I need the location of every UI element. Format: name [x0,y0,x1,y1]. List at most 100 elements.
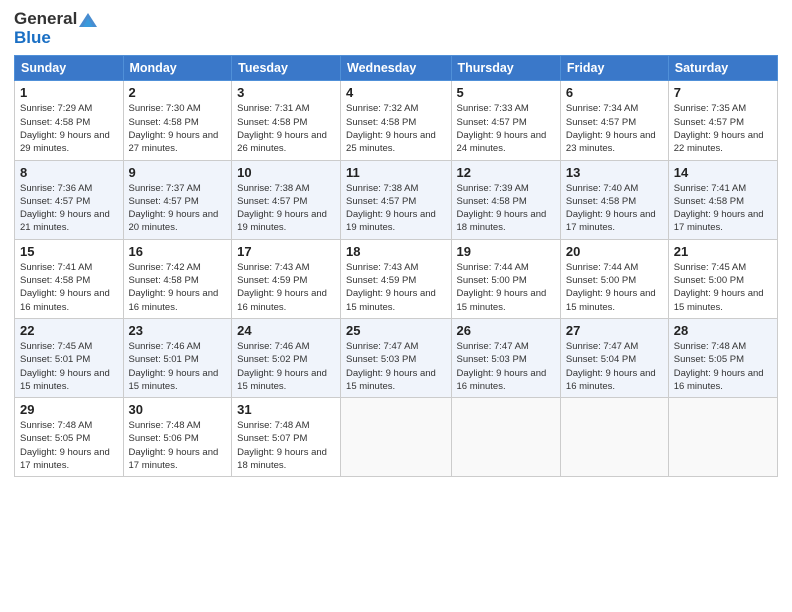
day-number: 22 [20,323,118,338]
day-info: Sunrise: 7:43 AMSunset: 4:59 PMDaylight:… [346,262,436,313]
day-number: 14 [674,165,772,180]
calendar-week-row: 22 Sunrise: 7:45 AMSunset: 5:01 PMDaylig… [15,318,778,397]
day-number: 11 [346,165,445,180]
calendar-cell: 15 Sunrise: 7:41 AMSunset: 4:58 PMDaylig… [15,239,124,318]
calendar-cell: 19 Sunrise: 7:44 AMSunset: 5:00 PMDaylig… [451,239,560,318]
calendar-cell: 30 Sunrise: 7:48 AMSunset: 5:06 PMDaylig… [123,398,232,477]
calendar-cell [668,398,777,477]
day-number: 6 [566,85,663,100]
day-number: 25 [346,323,445,338]
calendar-cell [560,398,668,477]
day-info: Sunrise: 7:48 AMSunset: 5:05 PMDaylight:… [20,420,110,471]
calendar-week-row: 8 Sunrise: 7:36 AMSunset: 4:57 PMDayligh… [15,160,778,239]
day-number: 5 [457,85,555,100]
day-info: Sunrise: 7:32 AMSunset: 4:58 PMDaylight:… [346,103,436,154]
calendar-cell: 20 Sunrise: 7:44 AMSunset: 5:00 PMDaylig… [560,239,668,318]
calendar-cell: 4 Sunrise: 7:32 AMSunset: 4:58 PMDayligh… [341,81,451,160]
day-number: 19 [457,244,555,259]
calendar-cell: 28 Sunrise: 7:48 AMSunset: 5:05 PMDaylig… [668,318,777,397]
day-info: Sunrise: 7:44 AMSunset: 5:00 PMDaylight:… [457,262,547,313]
day-info: Sunrise: 7:48 AMSunset: 5:06 PMDaylight:… [129,420,219,471]
day-info: Sunrise: 7:44 AMSunset: 5:00 PMDaylight:… [566,262,656,313]
day-info: Sunrise: 7:47 AMSunset: 5:03 PMDaylight:… [346,341,436,392]
day-info: Sunrise: 7:37 AMSunset: 4:57 PMDaylight:… [129,183,219,234]
calendar-cell: 7 Sunrise: 7:35 AMSunset: 4:57 PMDayligh… [668,81,777,160]
day-number: 16 [129,244,227,259]
day-info: Sunrise: 7:45 AMSunset: 5:00 PMDaylight:… [674,262,764,313]
header-saturday: Saturday [668,56,777,81]
calendar-cell: 11 Sunrise: 7:38 AMSunset: 4:57 PMDaylig… [341,160,451,239]
day-number: 3 [237,85,335,100]
calendar-cell: 12 Sunrise: 7:39 AMSunset: 4:58 PMDaylig… [451,160,560,239]
day-info: Sunrise: 7:38 AMSunset: 4:57 PMDaylight:… [237,183,327,234]
calendar-cell: 21 Sunrise: 7:45 AMSunset: 5:00 PMDaylig… [668,239,777,318]
calendar-cell: 24 Sunrise: 7:46 AMSunset: 5:02 PMDaylig… [232,318,341,397]
calendar-cell [341,398,451,477]
day-number: 20 [566,244,663,259]
calendar-cell: 14 Sunrise: 7:41 AMSunset: 4:58 PMDaylig… [668,160,777,239]
day-info: Sunrise: 7:31 AMSunset: 4:58 PMDaylight:… [237,103,327,154]
header-friday: Friday [560,56,668,81]
calendar-cell: 1 Sunrise: 7:29 AMSunset: 4:58 PMDayligh… [15,81,124,160]
header: General Blue [14,10,778,47]
logo: General Blue [14,10,97,47]
page-container: General Blue Sunday Monday Tuesday Wedne… [0,0,792,612]
calendar-header-row: Sunday Monday Tuesday Wednesday Thursday… [15,56,778,81]
day-info: Sunrise: 7:48 AMSunset: 5:07 PMDaylight:… [237,420,327,471]
day-number: 31 [237,402,335,417]
day-info: Sunrise: 7:43 AMSunset: 4:59 PMDaylight:… [237,262,327,313]
day-info: Sunrise: 7:41 AMSunset: 4:58 PMDaylight:… [674,183,764,234]
calendar-table: Sunday Monday Tuesday Wednesday Thursday… [14,55,778,477]
day-info: Sunrise: 7:46 AMSunset: 5:01 PMDaylight:… [129,341,219,392]
day-number: 1 [20,85,118,100]
calendar-cell: 3 Sunrise: 7:31 AMSunset: 4:58 PMDayligh… [232,81,341,160]
day-info: Sunrise: 7:36 AMSunset: 4:57 PMDaylight:… [20,183,110,234]
calendar-cell [451,398,560,477]
calendar-cell: 6 Sunrise: 7:34 AMSunset: 4:57 PMDayligh… [560,81,668,160]
day-info: Sunrise: 7:34 AMSunset: 4:57 PMDaylight:… [566,103,656,154]
day-info: Sunrise: 7:35 AMSunset: 4:57 PMDaylight:… [674,103,764,154]
day-number: 30 [129,402,227,417]
day-number: 10 [237,165,335,180]
calendar-week-row: 15 Sunrise: 7:41 AMSunset: 4:58 PMDaylig… [15,239,778,318]
day-info: Sunrise: 7:38 AMSunset: 4:57 PMDaylight:… [346,183,436,234]
day-info: Sunrise: 7:33 AMSunset: 4:57 PMDaylight:… [457,103,547,154]
day-number: 13 [566,165,663,180]
calendar-cell: 26 Sunrise: 7:47 AMSunset: 5:03 PMDaylig… [451,318,560,397]
day-number: 24 [237,323,335,338]
day-info: Sunrise: 7:46 AMSunset: 5:02 PMDaylight:… [237,341,327,392]
header-sunday: Sunday [15,56,124,81]
calendar-week-row: 1 Sunrise: 7:29 AMSunset: 4:58 PMDayligh… [15,81,778,160]
calendar-cell: 25 Sunrise: 7:47 AMSunset: 5:03 PMDaylig… [341,318,451,397]
day-number: 18 [346,244,445,259]
calendar-cell: 9 Sunrise: 7:37 AMSunset: 4:57 PMDayligh… [123,160,232,239]
calendar-cell: 16 Sunrise: 7:42 AMSunset: 4:58 PMDaylig… [123,239,232,318]
day-number: 2 [129,85,227,100]
header-wednesday: Wednesday [341,56,451,81]
day-number: 28 [674,323,772,338]
day-number: 21 [674,244,772,259]
calendar-cell: 22 Sunrise: 7:45 AMSunset: 5:01 PMDaylig… [15,318,124,397]
calendar-cell: 2 Sunrise: 7:30 AMSunset: 4:58 PMDayligh… [123,81,232,160]
header-thursday: Thursday [451,56,560,81]
day-number: 26 [457,323,555,338]
day-number: 8 [20,165,118,180]
header-monday: Monday [123,56,232,81]
calendar-cell: 29 Sunrise: 7:48 AMSunset: 5:05 PMDaylig… [15,398,124,477]
day-info: Sunrise: 7:45 AMSunset: 5:01 PMDaylight:… [20,341,110,392]
calendar-cell: 5 Sunrise: 7:33 AMSunset: 4:57 PMDayligh… [451,81,560,160]
day-info: Sunrise: 7:42 AMSunset: 4:58 PMDaylight:… [129,262,219,313]
day-number: 27 [566,323,663,338]
day-number: 9 [129,165,227,180]
day-info: Sunrise: 7:47 AMSunset: 5:03 PMDaylight:… [457,341,547,392]
day-number: 15 [20,244,118,259]
day-info: Sunrise: 7:41 AMSunset: 4:58 PMDaylight:… [20,262,110,313]
day-info: Sunrise: 7:48 AMSunset: 5:05 PMDaylight:… [674,341,764,392]
calendar-cell: 23 Sunrise: 7:46 AMSunset: 5:01 PMDaylig… [123,318,232,397]
calendar-week-row: 29 Sunrise: 7:48 AMSunset: 5:05 PMDaylig… [15,398,778,477]
day-info: Sunrise: 7:30 AMSunset: 4:58 PMDaylight:… [129,103,219,154]
day-number: 17 [237,244,335,259]
calendar-cell: 17 Sunrise: 7:43 AMSunset: 4:59 PMDaylig… [232,239,341,318]
day-info: Sunrise: 7:47 AMSunset: 5:04 PMDaylight:… [566,341,656,392]
day-number: 23 [129,323,227,338]
